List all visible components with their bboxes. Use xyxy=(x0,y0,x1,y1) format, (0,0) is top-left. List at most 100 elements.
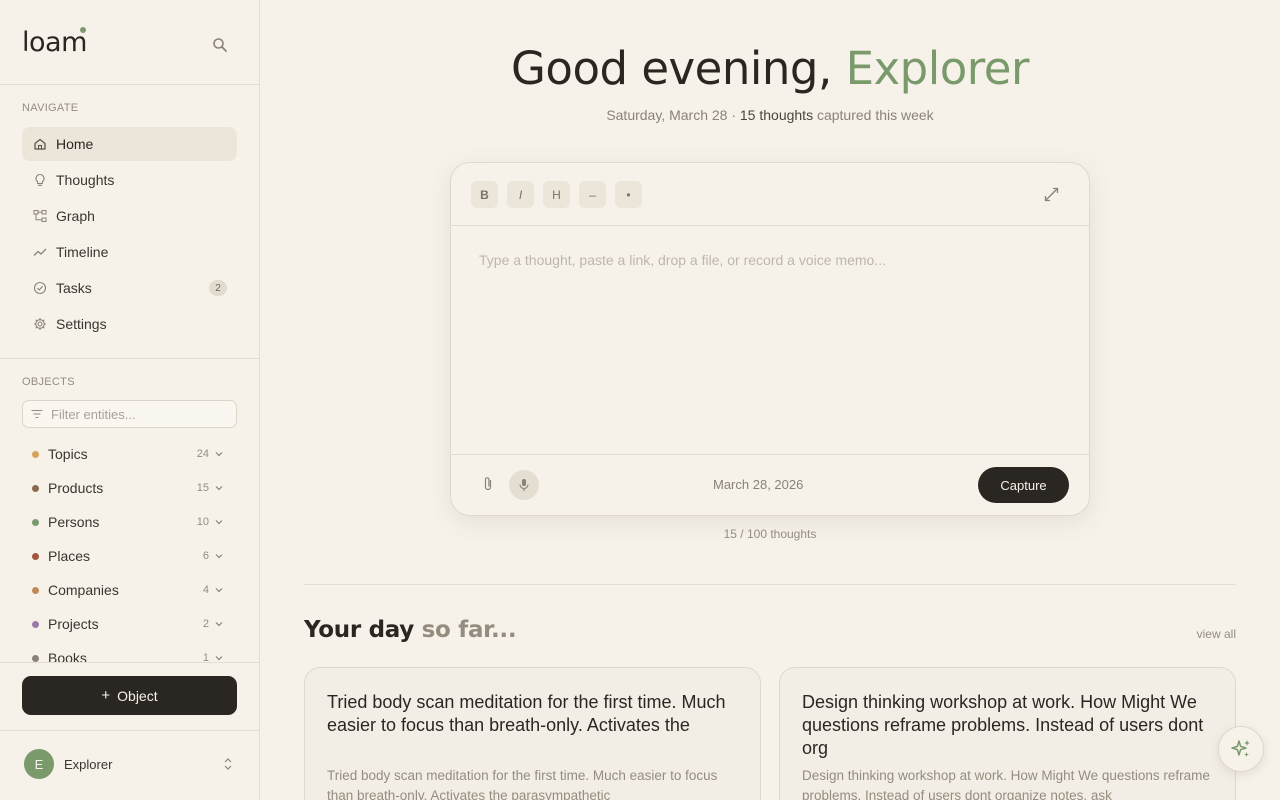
books-color-dot xyxy=(32,654,39,662)
bold-button[interactable]: B xyxy=(471,181,498,208)
filter-entities-input[interactable] xyxy=(51,406,221,422)
search-icon[interactable] xyxy=(211,36,229,54)
chevron-down-icon[interactable] xyxy=(214,449,224,459)
section-title-muted: so far... xyxy=(421,617,517,643)
add-object-button[interactable]: + Object xyxy=(22,676,237,715)
sidebar-item-home[interactable]: Home xyxy=(22,127,237,161)
main-divider xyxy=(304,584,1236,585)
objects-list: Topics 24 Products 15 Persons 10 Places … xyxy=(22,437,237,663)
object-count: 6 xyxy=(202,550,209,562)
expand-icon[interactable] xyxy=(1044,187,1059,202)
objects-section-label: OBJECTS xyxy=(22,376,75,388)
logo-dot-icon xyxy=(80,27,86,33)
check-circle-icon xyxy=(33,281,47,295)
add-object-label: Object xyxy=(117,687,158,704)
projects-color-dot xyxy=(32,620,39,628)
card-title: Design thinking workshop at work. How Mi… xyxy=(802,692,1204,758)
object-count: 4 xyxy=(202,584,209,596)
chevron-down-icon[interactable] xyxy=(214,483,224,493)
sidebar-divider xyxy=(0,662,259,663)
chevron-down-icon[interactable] xyxy=(214,585,224,595)
paperclip-icon[interactable] xyxy=(481,476,495,492)
tasks-count-badge: 2 xyxy=(209,280,227,296)
object-item-places[interactable]: Places 6 xyxy=(22,539,237,573)
sidebar-item-label: Timeline xyxy=(56,244,109,260)
object-count: 10 xyxy=(196,516,209,528)
editor-date: March 28, 2026 xyxy=(713,477,804,492)
thought-quota: 15 / 100 thoughts xyxy=(723,527,817,541)
microphone-button[interactable] xyxy=(509,470,539,500)
user-name: Explorer xyxy=(64,757,113,772)
filter-entities-field[interactable] xyxy=(22,400,237,428)
graph-icon xyxy=(33,210,47,222)
object-item-companies[interactable]: Companies 4 xyxy=(22,573,237,607)
companies-color-dot xyxy=(32,586,39,594)
chevron-down-icon[interactable] xyxy=(214,619,224,629)
object-item-products[interactable]: Products 15 xyxy=(22,471,237,505)
persons-color-dot xyxy=(32,518,39,526)
object-label: Persons xyxy=(48,514,100,530)
object-count: 2 xyxy=(202,618,209,630)
editor-footer: March 28, 2026 Capture xyxy=(451,455,1089,515)
heading-button[interactable]: H xyxy=(543,181,570,208)
object-item-persons[interactable]: Persons 10 xyxy=(22,505,237,539)
brand-header: loam xyxy=(0,0,259,85)
date-suffix: captured this week xyxy=(813,107,934,123)
section-title: Your day so far... xyxy=(304,617,517,643)
user-switcher[interactable]: E Explorer xyxy=(0,730,259,800)
sidebar-item-label: Home xyxy=(56,136,94,152)
object-label: Topics xyxy=(48,446,88,462)
sidebar-item-label: Graph xyxy=(56,208,95,224)
divider-button[interactable]: – xyxy=(579,181,606,208)
filter-icon xyxy=(31,409,43,419)
view-all-link[interactable]: view all xyxy=(1197,627,1236,641)
plus-icon: + xyxy=(101,687,111,704)
greeting-prefix: Good evening, xyxy=(511,42,846,95)
sparkle-icon xyxy=(1231,740,1250,757)
object-item-topics[interactable]: Topics 24 xyxy=(22,437,237,471)
thought-input[interactable] xyxy=(479,252,1059,432)
microphone-icon xyxy=(519,479,529,491)
object-label: Companies xyxy=(48,582,119,598)
thought-count: 15 thoughts xyxy=(739,107,814,123)
object-count: 24 xyxy=(196,448,209,460)
card-excerpt: Tried body scan meditation for the first… xyxy=(327,768,718,800)
bullet-button[interactable]: • xyxy=(615,181,642,208)
home-icon xyxy=(34,138,46,150)
sidebar-item-tasks[interactable]: Tasks 2 xyxy=(22,271,237,305)
sidebar-item-label: Tasks xyxy=(56,280,92,296)
ai-assistant-button[interactable] xyxy=(1218,726,1264,772)
chevron-down-icon[interactable] xyxy=(214,517,224,527)
greeting-name: Explorer xyxy=(845,42,1030,95)
products-color-dot xyxy=(32,484,39,492)
thought-card[interactable]: Design thinking workshop at work. How Mi… xyxy=(779,667,1236,800)
lightbulb-icon xyxy=(35,173,45,186)
sidebar-item-settings[interactable]: Settings xyxy=(22,307,237,341)
topics-color-dot xyxy=(32,450,39,458)
object-item-books[interactable]: Books 1 xyxy=(22,641,237,663)
card-title: Tried body scan meditation for the first… xyxy=(327,692,726,735)
section-title-main: Your day xyxy=(304,617,422,643)
avatar: E xyxy=(24,749,54,779)
italic-button[interactable]: I xyxy=(507,181,534,208)
chevron-down-icon[interactable] xyxy=(214,551,224,561)
app-logo[interactable]: loam xyxy=(22,27,87,58)
object-count: 15 xyxy=(196,482,209,494)
date-summary: Saturday, March 28 · 15 thoughts capture… xyxy=(260,107,1280,123)
sidebar-item-label: Thoughts xyxy=(56,172,115,188)
sidebar-item-label: Settings xyxy=(56,316,107,332)
sidebar-divider xyxy=(0,358,259,359)
sidebar-item-thoughts[interactable]: Thoughts xyxy=(22,163,237,197)
chevron-up-down-icon[interactable] xyxy=(222,756,234,772)
sidebar: loam NAVIGATE Home Thoughts Graph Timeli… xyxy=(0,0,260,800)
timeline-icon xyxy=(33,248,47,256)
object-label: Places xyxy=(48,548,91,564)
editor-toolbar: B I H – • xyxy=(451,163,1089,226)
gear-icon xyxy=(34,318,46,330)
sidebar-item-graph[interactable]: Graph xyxy=(22,199,237,233)
capture-button[interactable]: Capture xyxy=(978,467,1069,503)
sidebar-item-timeline[interactable]: Timeline xyxy=(22,235,237,269)
object-item-projects[interactable]: Projects 2 xyxy=(22,607,237,641)
nav-section-label: NAVIGATE xyxy=(22,102,79,114)
thought-card[interactable]: Tried body scan meditation for the first… xyxy=(304,667,761,800)
